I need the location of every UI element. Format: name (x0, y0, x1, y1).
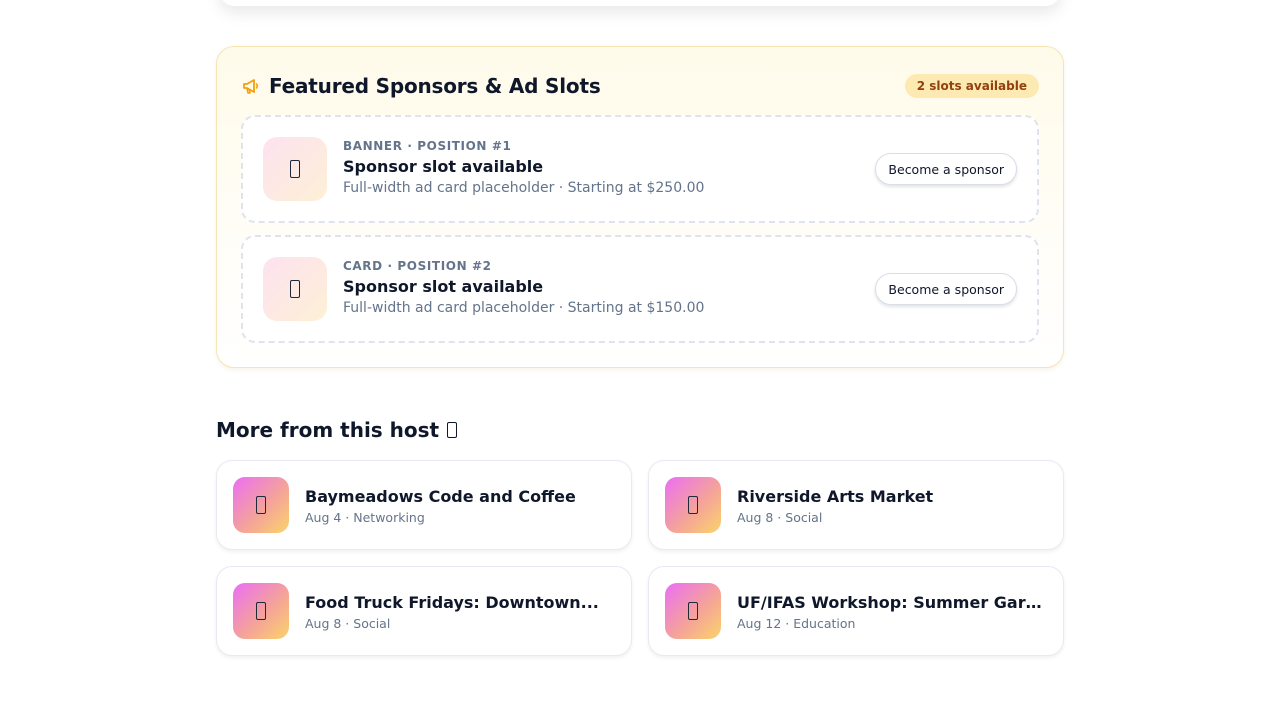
event-meta: Aug 12 · Education (737, 616, 856, 631)
event-title: Baymeadows Code and Coffee (305, 487, 576, 506)
more-from-host-title: More from this host (216, 418, 440, 442)
event-title: Food Truck Fridays: Downtown... (305, 593, 599, 612)
slot-kicker: BANNER · POSITION #1 (343, 139, 512, 153)
event-thumbnail (233, 583, 289, 639)
event-icon (256, 602, 266, 620)
event-title: Riverside Arts Market (737, 487, 934, 506)
slots-available-badge: 2 slots available (904, 74, 1039, 98)
sponsor-slot: BANNER · POSITION #1 Sponsor slot availa… (241, 115, 1039, 223)
previous-card-edge (220, 0, 1060, 6)
sponsors-section: Featured Sponsors & Ad Slots 2 slots ava… (216, 46, 1064, 368)
sponsors-title: Featured Sponsors & Ad Slots (269, 74, 601, 98)
host-event-card[interactable]: UF/IFAS Workshop: Summer Gardenin... Aug… (648, 566, 1064, 656)
more-from-host-heading: More from this host (216, 418, 458, 442)
slot-subtitle: Full-width ad card placeholder · Startin… (343, 180, 705, 196)
placeholder-icon (290, 280, 300, 298)
slot-title: Sponsor slot available (343, 157, 544, 176)
host-event-card[interactable]: Baymeadows Code and Coffee Aug 4 · Netwo… (216, 460, 632, 550)
emoji-icon (447, 422, 458, 438)
slot-subtitle: Full-width ad card placeholder · Startin… (343, 300, 705, 316)
become-sponsor-button[interactable]: Become a sponsor (875, 273, 1017, 305)
sponsor-slot: CARD · POSITION #2 Sponsor slot availabl… (241, 235, 1039, 343)
slot-placeholder-thumbnail (263, 257, 327, 321)
placeholder-icon (290, 160, 300, 178)
host-event-card[interactable]: Food Truck Fridays: Downtown... Aug 8 · … (216, 566, 632, 656)
event-icon (688, 496, 698, 514)
slot-kicker: CARD · POSITION #2 (343, 259, 492, 273)
event-meta: Aug 8 · Social (737, 510, 823, 525)
slot-placeholder-thumbnail (263, 137, 327, 201)
event-thumbnail (665, 477, 721, 533)
event-title: UF/IFAS Workshop: Summer Gardenin... (737, 593, 1047, 612)
host-event-card[interactable]: Riverside Arts Market Aug 8 · Social (648, 460, 1064, 550)
event-icon (256, 496, 266, 514)
event-icon (688, 602, 698, 620)
megaphone-icon (241, 76, 261, 96)
sponsors-header: Featured Sponsors & Ad Slots 2 slots ava… (241, 73, 1039, 99)
event-meta: Aug 8 · Social (305, 616, 391, 631)
slot-title: Sponsor slot available (343, 277, 544, 296)
event-thumbnail (233, 477, 289, 533)
become-sponsor-button[interactable]: Become a sponsor (875, 153, 1017, 185)
event-thumbnail (665, 583, 721, 639)
event-meta: Aug 4 · Networking (305, 510, 425, 525)
